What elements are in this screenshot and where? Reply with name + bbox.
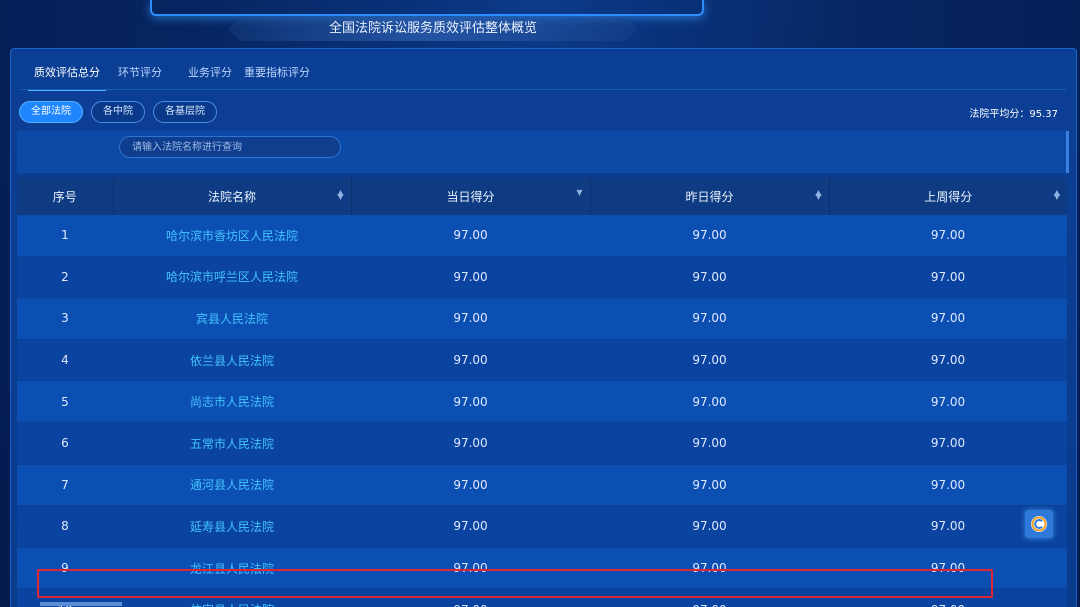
court-search-input[interactable] xyxy=(119,136,341,158)
row-index: 6 xyxy=(17,422,113,465)
court-filter-group: 全部法院 各中院 各基层院 xyxy=(19,101,217,123)
tab-bar: 质效评估总分 环节评分 业务评分 重要指标评分 xyxy=(25,61,319,91)
sort-arrows-icon[interactable]: ▼ xyxy=(576,189,582,197)
sort-arrows-icon[interactable]: ▲ ▼ xyxy=(337,189,343,201)
court-name-link[interactable]: 通河县人民法院 xyxy=(113,464,351,507)
column-header-label: 昨日得分 xyxy=(685,189,734,204)
table-row[interactable]: 5 尚志市人民法院 97.00 97.00 97.00 xyxy=(17,380,1067,423)
top-frame-decoration xyxy=(150,0,704,16)
score-table: 序号 法院名称 ▲ ▼ 当日得分 ▼ 昨日得分 ▲ ▼ 上周得分 ▲ ▼ 1 哈尔滨市香坊区人… xyxy=(17,177,1067,607)
row-index: 2 xyxy=(17,256,113,299)
table-row[interactable]: 7 通河县人民法院 97.00 97.00 97.00 xyxy=(17,464,1067,507)
tab-key-indicator-score[interactable]: 重要指标评分 xyxy=(235,61,319,89)
today-score: 97.00 xyxy=(351,339,590,382)
court-average-score: 法院平均分：95.37 xyxy=(969,109,1058,120)
today-score: 97.00 xyxy=(351,422,590,465)
court-name-link[interactable]: 哈尔滨市香坊区人民法院 xyxy=(113,215,351,257)
filter-all-courts[interactable]: 全部法院 xyxy=(19,101,83,123)
column-header-label: 法院名称 xyxy=(207,189,256,204)
today-score: 97.00 xyxy=(351,464,590,507)
court-name-link[interactable]: 五常市人民法院 xyxy=(113,422,351,465)
column-header-today-score[interactable]: 当日得分 ▼ xyxy=(351,177,591,215)
row-index: 5 xyxy=(17,380,113,423)
tab-divider xyxy=(21,89,1066,90)
column-header-last-week-score[interactable]: 上周得分 ▲ ▼ xyxy=(829,177,1067,215)
yesterday-score: 97.00 xyxy=(590,505,829,548)
last-week-score: 97.00 xyxy=(829,422,1067,465)
screen: 全国法院诉讼服务质效评估整体概览 质效评估总分 环节评分 业务评分 重要指标评分… xyxy=(0,0,1080,607)
yesterday-score: 97.00 xyxy=(590,215,829,257)
today-score: 97.00 xyxy=(351,380,590,423)
last-week-score: 97.00 xyxy=(829,256,1067,299)
column-header-label: 当日得分 xyxy=(446,189,495,204)
sort-arrows-icon[interactable]: ▲ ▼ xyxy=(815,189,821,201)
table-row[interactable]: 4 依兰县人民法院 97.00 97.00 97.00 xyxy=(17,339,1067,382)
last-week-score: 97.00 xyxy=(829,339,1067,382)
table-row[interactable]: 3 宾县人民法院 97.00 97.00 97.00 xyxy=(17,297,1067,340)
today-score: 97.00 xyxy=(351,256,590,299)
assistant-c-icon[interactable] xyxy=(1025,510,1053,538)
today-score: 97.00 xyxy=(351,297,590,340)
column-header-court-name[interactable]: 法院名称 ▲ ▼ xyxy=(113,177,352,215)
court-name-link[interactable]: 依兰县人民法院 xyxy=(113,339,351,382)
bottom-scrollbar[interactable] xyxy=(40,602,122,606)
row-index: 1 xyxy=(17,215,113,257)
column-header-index: 序号 xyxy=(17,177,114,215)
scrollbar[interactable] xyxy=(1066,131,1069,173)
yesterday-score: 97.00 xyxy=(590,297,829,340)
search-row xyxy=(17,131,1067,173)
main-panel: 质效评估总分 环节评分 业务评分 重要指标评分 全部法院 各中院 各基层院 法院… xyxy=(10,48,1077,607)
filter-basic-courts[interactable]: 各基层院 xyxy=(153,101,217,123)
table-row[interactable]: 6 五常市人民法院 97.00 97.00 97.00 xyxy=(17,422,1067,465)
sort-arrows-icon[interactable]: ▲ ▼ xyxy=(1054,189,1060,201)
last-week-score: 97.00 xyxy=(829,215,1067,257)
row-index: 4 xyxy=(17,339,113,382)
yesterday-score: 97.00 xyxy=(590,464,829,507)
yesterday-score: 97.00 xyxy=(590,339,829,382)
tab-stage-score[interactable]: 环节评分 xyxy=(109,61,171,89)
table-row[interactable]: 2 哈尔滨市呼兰区人民法院 97.00 97.00 97.00 xyxy=(17,256,1067,299)
filter-intermediate-courts[interactable]: 各中院 xyxy=(91,101,145,123)
yesterday-score: 97.00 xyxy=(590,380,829,423)
highlight-annotation-box xyxy=(37,569,993,598)
yesterday-score: 97.00 xyxy=(590,256,829,299)
row-index: 3 xyxy=(17,297,113,340)
last-week-score: 97.00 xyxy=(829,297,1067,340)
column-header-yesterday-score[interactable]: 昨日得分 ▲ ▼ xyxy=(590,177,830,215)
tab-total-score[interactable]: 质效评估总分 xyxy=(25,61,109,91)
page-title: 全国法院诉讼服务质效评估整体概览 xyxy=(228,17,638,41)
column-header-label: 上周得分 xyxy=(924,189,973,204)
today-score: 97.00 xyxy=(351,505,590,548)
row-index: 7 xyxy=(17,464,113,507)
tab-business-score[interactable]: 业务评分 xyxy=(179,61,241,89)
court-name-link[interactable]: 哈尔滨市呼兰区人民法院 xyxy=(113,256,351,299)
last-week-score: 97.00 xyxy=(829,464,1067,507)
last-week-score: 97.00 xyxy=(829,380,1067,423)
table-row[interactable]: 1 哈尔滨市香坊区人民法院 97.00 97.00 97.00 xyxy=(17,215,1067,257)
court-name-link[interactable]: 宾县人民法院 xyxy=(113,297,351,340)
column-header-label: 序号 xyxy=(52,189,77,204)
row-index: 8 xyxy=(17,505,113,548)
yesterday-score: 97.00 xyxy=(590,422,829,465)
court-name-link[interactable]: 尚志市人民法院 xyxy=(113,380,351,423)
table-row[interactable]: 8 延寿县人民法院 97.00 97.00 97.00 xyxy=(17,505,1067,548)
court-name-link[interactable]: 延寿县人民法院 xyxy=(113,505,351,548)
today-score: 97.00 xyxy=(351,215,590,257)
table-header-row: 序号 法院名称 ▲ ▼ 当日得分 ▼ 昨日得分 ▲ ▼ 上周得分 ▲ ▼ xyxy=(17,177,1067,215)
score-table-container: 序号 法院名称 ▲ ▼ 当日得分 ▼ 昨日得分 ▲ ▼ 上周得分 ▲ ▼ 1 哈尔滨市香坊区人… xyxy=(17,177,1067,607)
